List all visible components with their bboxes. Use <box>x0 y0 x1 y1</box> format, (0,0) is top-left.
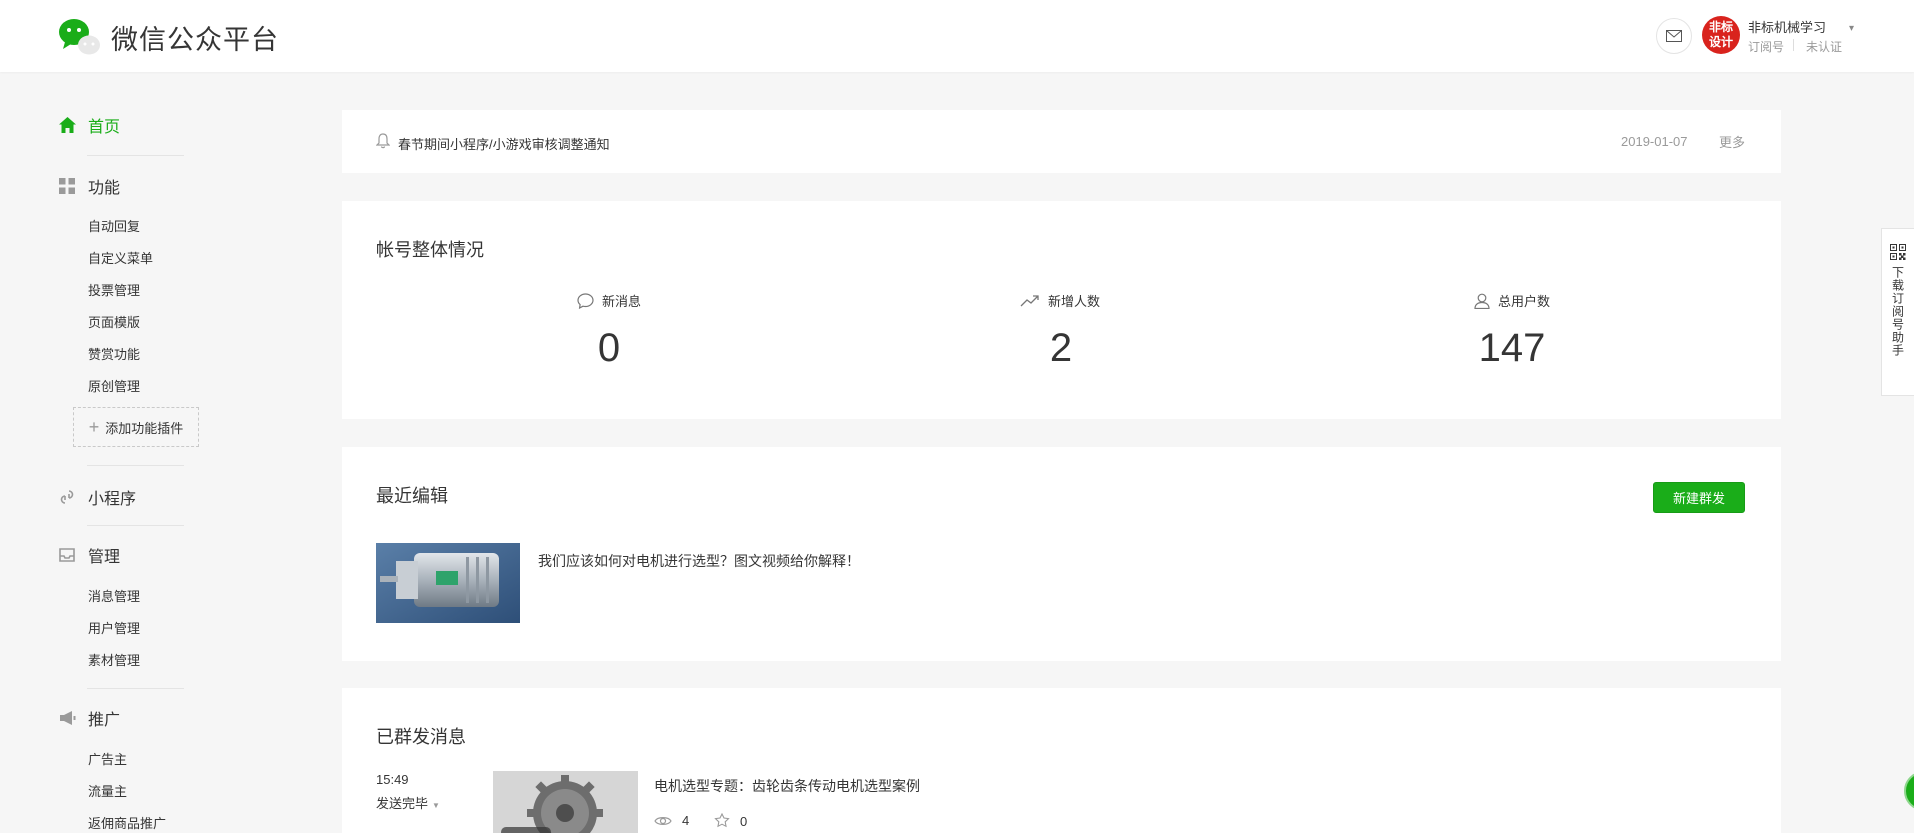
sidebar-item-advertiser[interactable]: 广告主 <box>88 749 127 768</box>
sidebar-item-miniprogram[interactable]: 小程序 <box>58 486 136 508</box>
account-separator <box>1793 39 1794 51</box>
sent-article-title[interactable]: 电机选型专题：齿轮齿条传动电机选型案例 <box>654 776 920 796</box>
account-dropdown-caret-icon[interactable]: ▾ <box>1849 23 1854 34</box>
account-type: 订阅号 <box>1748 40 1785 54</box>
stat-new-followers-value: 2 <box>1049 326 1073 370</box>
user-icon <box>1474 293 1490 309</box>
notice-more-link[interactable]: 更多 <box>1719 132 1745 151</box>
sidebar-item-auto-reply[interactable]: 自动回复 <box>88 216 140 235</box>
avatar-text: 非标 设计 <box>1708 20 1733 49</box>
megaphone-icon <box>58 709 76 727</box>
add-plugin-button[interactable]: + 添加功能插件 <box>73 407 199 447</box>
add-plugin-label: 添加功能插件 <box>105 420 184 436</box>
overview-title: 帐号整体情况 <box>376 240 484 260</box>
sidebar-item-vote[interactable]: 投票管理 <box>88 280 140 299</box>
sent-likes-count: 0 <box>740 813 748 829</box>
sidebar-divider <box>87 155 184 156</box>
account-name[interactable]: 非标机械学习 <box>1748 17 1826 36</box>
notice-card: 春节期间小程序/小游戏审核调整通知 2019-01-07 更多 <box>342 110 1781 173</box>
bell-icon <box>376 133 390 149</box>
floating-help-button[interactable] <box>1904 771 1914 811</box>
stat-total-users-label: 总用户数 <box>1474 291 1550 310</box>
sidebar-miniprogram-label: 小程序 <box>88 491 137 508</box>
stat-label-text: 新消息 <box>602 294 642 309</box>
sidebar-divider <box>87 688 184 689</box>
stat-new-messages-value: 0 <box>597 326 621 370</box>
sent-messages-title: 已群发消息 <box>376 727 466 747</box>
account-avatar[interactable]: 非标 设计 <box>1702 16 1740 54</box>
sent-views-count: 4 <box>682 813 690 828</box>
sent-article-thumbnail[interactable] <box>493 771 638 833</box>
sent-messages-card: 已群发消息 15:49 发送完毕 ▼ 电机选型专题：齿轮齿条传动电机选型案例 4 … <box>342 688 1781 833</box>
recent-article-title[interactable]: 我们应该如何对电机进行选型？图文视频给你解释！ <box>538 551 860 571</box>
sidebar-item-commission[interactable]: 返佣商品推广 <box>88 813 166 832</box>
article-thumbnail[interactable] <box>376 543 520 623</box>
notice-title-link[interactable]: 春节期间小程序/小游戏审核调整通知 <box>398 134 610 153</box>
link-icon <box>58 488 76 506</box>
mail-icon <box>1666 30 1682 42</box>
sidebar-item-page-template[interactable]: 页面模版 <box>88 312 140 331</box>
like-icon <box>714 813 730 829</box>
stat-label-text: 新增人数 <box>1048 294 1101 309</box>
sidebar-item-reward[interactable]: 赞赏功能 <box>88 344 140 363</box>
sent-views-stat: 4 <box>654 813 689 828</box>
qrcode-icon <box>1890 244 1906 260</box>
grid-icon <box>58 177 76 195</box>
sent-likes-stat: 0 <box>714 813 747 829</box>
stat-total-users-value: 147 <box>1478 326 1546 370</box>
sidebar-item-publisher[interactable]: 流量主 <box>88 781 127 800</box>
inbox-icon <box>58 546 76 564</box>
download-assistant-label: 下载订阅号助手 <box>1890 266 1905 357</box>
account-overview-card: 帐号整体情况 新消息 0 新增人数 2 总用户数 147 <box>342 201 1781 419</box>
home-icon <box>58 116 76 134</box>
plus-icon: + <box>88 416 100 437</box>
recent-edit-card: 最近编辑 新建群发 我们应该如何对电机进行选型？图文视频给你解释！ <box>342 447 1781 661</box>
notice-date: 2019-01-07 <box>1621 134 1688 149</box>
sidebar-promote-label: 推广 <box>88 712 121 729</box>
sidebar-item-function[interactable]: 功能 <box>58 175 120 197</box>
sidebar-home-label: 首页 <box>88 119 121 136</box>
account-verify-status: 未认证 <box>1806 40 1843 54</box>
sent-status-label: 发送完毕 <box>376 796 429 811</box>
sidebar-item-custom-menu[interactable]: 自定义菜单 <box>88 248 153 267</box>
sidebar-item-message-manage[interactable]: 消息管理 <box>88 586 140 605</box>
eye-icon <box>654 815 672 827</box>
sidebar-manage-label: 管理 <box>88 549 121 566</box>
message-bubble-icon <box>577 292 594 309</box>
sidebar-divider <box>87 465 184 466</box>
sidebar-divider <box>87 525 184 526</box>
trend-up-icon <box>1020 294 1040 308</box>
sidebar-item-user-manage[interactable]: 用户管理 <box>88 618 140 637</box>
message-center-button[interactable] <box>1656 18 1692 54</box>
sent-status-dropdown[interactable]: 发送完毕 ▼ <box>376 793 440 812</box>
sidebar-function-label: 功能 <box>88 180 121 197</box>
sidebar-item-manage[interactable]: 管理 <box>58 544 120 566</box>
recent-edit-title: 最近编辑 <box>376 486 448 506</box>
sidebar-item-promote[interactable]: 推广 <box>58 707 120 729</box>
sent-time: 15:49 <box>376 772 409 787</box>
wechat-logo-icon[interactable] <box>57 16 101 56</box>
sidebar-item-material-manage[interactable]: 素材管理 <box>88 650 140 669</box>
new-broadcast-button[interactable]: 新建群发 <box>1653 482 1745 513</box>
stat-new-messages-label: 新消息 <box>577 291 641 310</box>
chevron-down-icon: ▼ <box>432 801 440 810</box>
sidebar-item-home[interactable]: 首页 <box>58 114 120 136</box>
logo-title[interactable]: 微信公众平台 <box>111 18 279 57</box>
stat-new-followers-label: 新增人数 <box>1020 291 1100 310</box>
sidebar-item-original[interactable]: 原创管理 <box>88 376 140 395</box>
download-assistant-tab[interactable]: 下载订阅号助手 <box>1881 228 1914 396</box>
top-header: 微信公众平台 非标 设计 非标机械学习 订阅号 未认证 ▾ <box>0 0 1914 72</box>
stat-label-text: 总用户数 <box>1498 294 1551 309</box>
